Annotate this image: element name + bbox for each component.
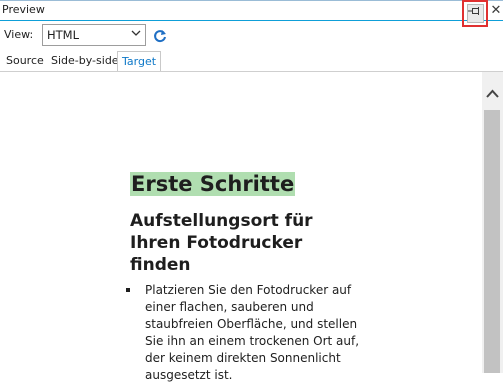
- document-paragraph: Platzieren Sie den Fotodrucker auf einer…: [145, 283, 360, 382]
- document-heading-2: Aufstellungsort für Ihren Fotodrucker fi…: [130, 211, 313, 275]
- panel-title: Preview: [2, 3, 45, 16]
- pin-icon: [468, 7, 479, 15]
- tab-target[interactable]: Target: [117, 51, 162, 72]
- view-label: View:: [4, 28, 34, 41]
- preview-tabs: Source Side-by-side Target: [0, 51, 503, 72]
- chevron-up-icon[interactable]: [486, 89, 499, 98]
- bullet-marker: [126, 288, 130, 292]
- refresh-icon[interactable]: [153, 29, 167, 43]
- close-icon[interactable]: ✕: [489, 2, 503, 20]
- scrollbar-thumb[interactable]: [484, 110, 500, 373]
- view-select-value: HTML: [47, 28, 80, 42]
- panel-titlebar: Preview ✕: [0, 1, 503, 21]
- view-select[interactable]: HTML: [42, 24, 146, 46]
- chevron-down-icon: [131, 30, 141, 36]
- document-heading-1: Erste Schritte: [130, 172, 296, 196]
- preview-content: Erste Schritte Aufstellungsort für Ihren…: [0, 72, 482, 382]
- tab-source[interactable]: Source: [2, 51, 48, 71]
- vertical-scrollbar[interactable]: [482, 72, 503, 373]
- view-toolbar: View: HTML: [0, 22, 503, 50]
- tab-side-by-side[interactable]: Side-by-side: [47, 51, 123, 71]
